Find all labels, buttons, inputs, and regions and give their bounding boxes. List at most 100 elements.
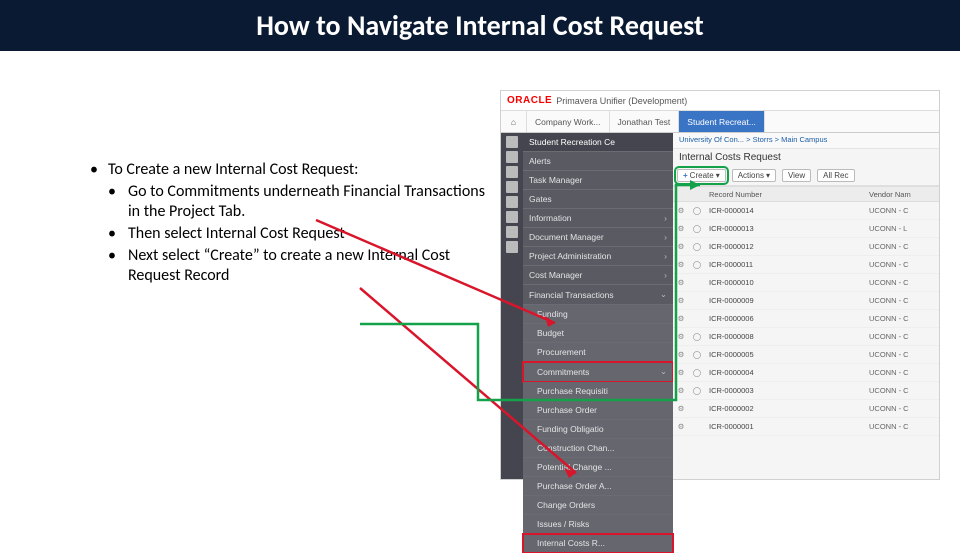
table-row[interactable]: ⚙◯ICR-0000003UCONN - C <box>673 382 939 400</box>
table-row[interactable]: ⚙◯ICR-0000013UCONN - L <box>673 220 939 238</box>
nav-alerts[interactable]: Alerts <box>523 152 673 171</box>
nav-gates[interactable]: Gates <box>523 190 673 209</box>
nav-funding[interactable]: Funding <box>523 305 673 324</box>
actions-button[interactable]: Actions ▾ <box>732 169 776 182</box>
cell-vendor: UCONN - C <box>869 296 939 305</box>
col-record-number: Record Number <box>705 187 869 201</box>
table-row[interactable]: ⚙ ICR-0000010UCONN - C <box>673 274 939 292</box>
tab-company[interactable]: Company Work... <box>527 111 610 132</box>
nav-issues-risks[interactable]: Issues / Risks <box>523 515 673 534</box>
cell-vendor: UCONN - C <box>869 206 939 215</box>
oracle-logo: ORACLE <box>507 95 552 106</box>
table-row[interactable]: ⚙◯ICR-0000005UCONN - C <box>673 346 939 364</box>
bullet-top: To Create a new Internal Cost Request: <box>108 160 358 180</box>
gear-icon: ⚙ <box>673 242 689 251</box>
table-row[interactable]: ⚙ICR-0000006UCONN - C <box>673 310 939 328</box>
cell-record-number: ICR-0000003 <box>705 386 869 395</box>
toolbar: +Create ▾ Actions ▾ View All Rec <box>673 166 939 186</box>
cell-vendor: UCONN - C <box>869 422 939 431</box>
nav-budget[interactable]: Budget <box>523 324 673 343</box>
nav-procurement[interactable]: Procurement <box>523 343 673 362</box>
gear-icon: ⚙ <box>673 404 689 413</box>
cell-record-number: ICR-0000014 <box>705 206 869 215</box>
table-row[interactable]: ⚙◯ICR-0000004UCONN - C <box>673 364 939 382</box>
cell-vendor: UCONN - C <box>869 278 939 287</box>
flag-icon: ◯ <box>689 332 705 341</box>
rail-icon[interactable] <box>506 241 518 253</box>
nav-construction-change[interactable]: Construction Chan... <box>523 439 673 458</box>
bullet-sub2: Then select Internal Cost Request <box>128 224 345 244</box>
nav-change-orders[interactable]: Change Orders <box>523 496 673 515</box>
rail-icon[interactable] <box>506 151 518 163</box>
flag-icon: ◯ <box>689 206 705 215</box>
cell-record-number: ICR-0000013 <box>705 224 869 233</box>
chevron-right-icon: › <box>664 251 667 261</box>
nav-proj-admin[interactable]: Project Administration› <box>523 247 673 266</box>
chevron-right-icon: › <box>664 270 667 280</box>
rail-icon[interactable] <box>506 166 518 178</box>
nav-potential-change[interactable]: Potential Change ... <box>523 458 673 477</box>
create-button[interactable]: +Create ▾ <box>677 169 726 182</box>
flag-icon: ◯ <box>689 386 705 395</box>
home-tab[interactable]: ⌂ <box>501 111 527 132</box>
gear-icon: ⚙ <box>673 368 689 377</box>
cell-vendor: UCONN - L <box>869 224 939 233</box>
nav-cost-manager[interactable]: Cost Manager› <box>523 266 673 285</box>
table-header: Record Number Vendor Nam <box>673 186 939 202</box>
nav-purchase-req[interactable]: Purchase Requisiti <box>523 382 673 401</box>
rail-icon[interactable] <box>506 226 518 238</box>
nav-purchase-order[interactable]: Purchase Order <box>523 401 673 420</box>
caret-down-icon: ▾ <box>716 171 720 180</box>
cell-record-number: ICR-0000005 <box>705 350 869 359</box>
cell-vendor: UCONN - C <box>869 404 939 413</box>
table-row[interactable]: ⚙◯ICR-0000008UCONN - C <box>673 328 939 346</box>
cell-record-number: ICR-0000002 <box>705 404 869 413</box>
cell-vendor: UCONN - C <box>869 332 939 341</box>
table-row[interactable]: ⚙◯ICR-0000012UCONN - C <box>673 238 939 256</box>
table-row[interactable]: ⚙◯ICR-0000011UCONN - C <box>673 256 939 274</box>
plus-icon: + <box>683 171 688 180</box>
nav-funding-oblig[interactable]: Funding Obligatio <box>523 420 673 439</box>
cell-vendor: UCONN - C <box>869 350 939 359</box>
table-row[interactable]: ⚙ ICR-0000001UCONN - C <box>673 418 939 436</box>
top-tabs: ⌂ Company Work... Jonathan Test Student … <box>501 111 939 133</box>
rail-icon[interactable] <box>506 196 518 208</box>
cell-record-number: ICR-0000010 <box>705 278 869 287</box>
flag-icon: ◯ <box>689 368 705 377</box>
gear-icon: ⚙ <box>673 296 689 305</box>
table-body: ⚙◯ICR-0000014UCONN - C⚙◯ICR-0000013UCONN… <box>673 202 939 479</box>
tab-student-rec[interactable]: Student Recreat... <box>679 111 765 132</box>
rail-icon[interactable] <box>506 211 518 223</box>
cell-vendor: UCONN - C <box>869 314 939 323</box>
flag-icon: ◯ <box>689 260 705 269</box>
nav-commitments[interactable]: Commitments⌄ <box>523 362 673 382</box>
caret-down-icon: ▾ <box>766 171 770 180</box>
nav-po-amend[interactable]: Purchase Order A... <box>523 477 673 496</box>
rail-icon[interactable] <box>506 181 518 193</box>
cell-record-number: ICR-0000001 <box>705 422 869 431</box>
bullet-sub1: Go to Commitments underneath Financial T… <box>128 182 485 222</box>
nav-information[interactable]: Information› <box>523 209 673 228</box>
gear-icon: ⚙ <box>673 206 689 215</box>
nav-project-title: Student Recreation Ce <box>523 133 673 152</box>
cell-vendor: UCONN - C <box>869 368 939 377</box>
nav-doc-manager[interactable]: Document Manager› <box>523 228 673 247</box>
nav-internal-costs-req[interactable]: Internal Costs R... <box>523 534 673 553</box>
app-screenshot: ORACLE Primavera Unifier (Development) ⌂… <box>500 90 940 480</box>
gear-icon: ⚙ <box>673 422 689 431</box>
cell-record-number: ICR-0000009 <box>705 296 869 305</box>
gear-icon: ⚙ <box>673 278 689 287</box>
nav-financial-trans[interactable]: Financial Transactions⌄ <box>523 285 673 305</box>
gear-icon: ⚙ <box>673 314 689 323</box>
rail-icon[interactable] <box>506 136 518 148</box>
chevron-right-icon: › <box>664 232 667 242</box>
all-records-button[interactable]: All Rec <box>817 169 854 182</box>
tab-jonathan[interactable]: Jonathan Test <box>610 111 680 132</box>
cell-record-number: ICR-0000011 <box>705 260 869 269</box>
nav-task-manager[interactable]: Task Manager <box>523 171 673 190</box>
cell-vendor: UCONN - C <box>869 242 939 251</box>
table-row[interactable]: ⚙◯ICR-0000014UCONN - C <box>673 202 939 220</box>
table-row[interactable]: ⚙ ICR-0000009UCONN - C <box>673 292 939 310</box>
table-row[interactable]: ⚙ ICR-0000002UCONN - C <box>673 400 939 418</box>
view-button[interactable]: View <box>782 169 811 182</box>
